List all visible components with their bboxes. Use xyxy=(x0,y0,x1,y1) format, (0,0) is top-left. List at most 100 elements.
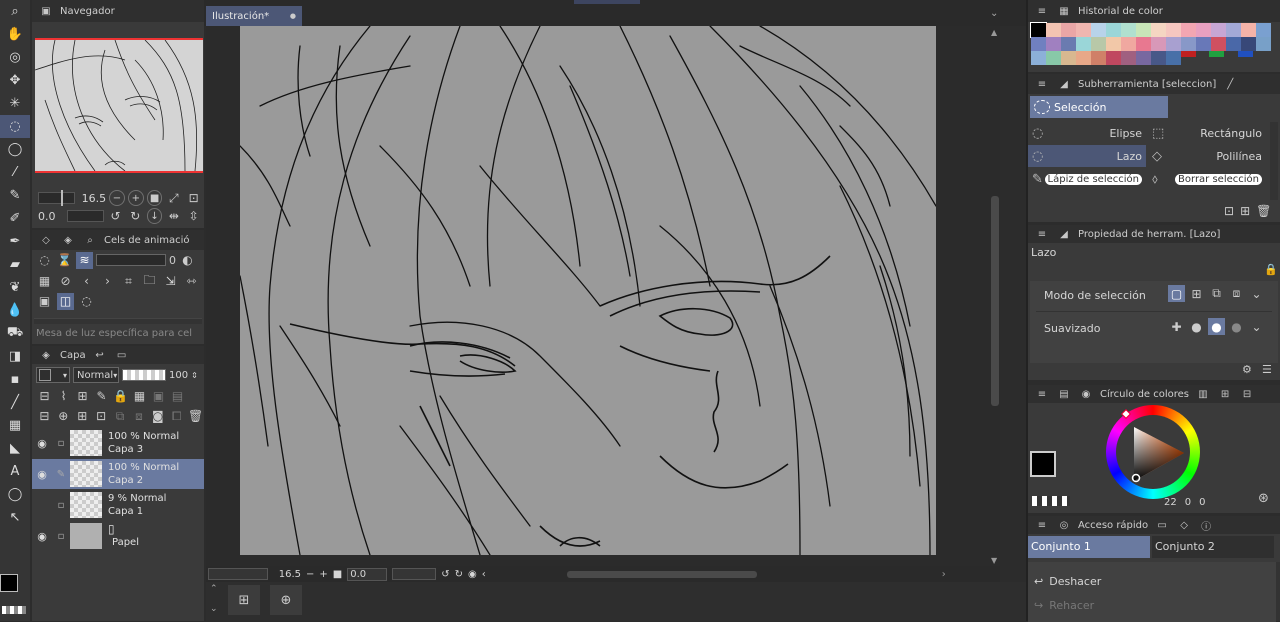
new-folder-icon[interactable]: ⊞ xyxy=(74,408,91,425)
reference-layer-icon[interactable]: ⊞ xyxy=(74,388,91,405)
color-swatch[interactable] xyxy=(1196,37,1211,51)
color-swatch[interactable] xyxy=(1046,23,1061,37)
canvas-rotation-slider[interactable] xyxy=(392,568,437,580)
mask-add-icon[interactable]: ◙ xyxy=(149,408,166,425)
antialias-dropdown-icon[interactable]: ⌄ xyxy=(1248,318,1265,335)
canvas-zoom-in-icon[interactable]: + xyxy=(319,569,327,580)
color-swatch[interactable] xyxy=(1166,23,1181,37)
fit-window-icon[interactable]: ⊡ xyxy=(185,190,202,207)
subtool-add-icon[interactable]: ⊞ xyxy=(1240,204,1250,218)
quick-access-scrollbar[interactable] xyxy=(1276,562,1280,621)
hue-ring[interactable] xyxy=(1106,405,1200,499)
canvas-area[interactable] xyxy=(206,26,990,566)
visibility-eye-icon[interactable]: ◉ xyxy=(32,437,52,450)
color-swatch[interactable] xyxy=(1196,23,1211,37)
antialias-medium-icon[interactable]: ● xyxy=(1208,318,1225,335)
hand-tool[interactable]: ✋ xyxy=(0,23,30,46)
color-swatch[interactable] xyxy=(1238,51,1253,57)
line-tool[interactable]: ╱ xyxy=(0,391,30,414)
color-swatch[interactable] xyxy=(1076,23,1091,37)
export-icon[interactable]: ⇲ xyxy=(162,273,179,290)
layer-search-tab-icon[interactable]: ◈ xyxy=(60,232,76,248)
color-swatch[interactable] xyxy=(1166,37,1181,51)
correct-line-tool[interactable]: ↖ xyxy=(0,506,30,529)
flip-vertical-icon[interactable]: ⇳ xyxy=(185,208,202,225)
color-swatch[interactable] xyxy=(1031,51,1046,65)
subtool-drag-icon[interactable]: ≡ xyxy=(1034,76,1050,92)
reset-rotation-icon[interactable]: ↓ xyxy=(146,208,163,224)
color-triangle[interactable] xyxy=(1106,405,1200,499)
subtool-item-lazo[interactable]: ◌ Lazo xyxy=(1028,145,1146,167)
cel-select-icon[interactable]: ◫ xyxy=(57,292,74,310)
canvas-reset-rotation-icon[interactable]: ◉ xyxy=(468,569,477,580)
frame-icon[interactable]: ⌛ xyxy=(56,252,73,269)
eyedropper-tool[interactable]: ⁄ xyxy=(0,161,30,184)
canvas-rotate-right-icon[interactable]: ↻ xyxy=(455,569,463,580)
tool-property-drag-icon[interactable]: ≡ xyxy=(1034,226,1050,242)
rotate-tool[interactable]: ◎ xyxy=(0,46,30,69)
open-folder-icon[interactable]: 🗀 xyxy=(141,273,158,290)
info-tab-icon[interactable]: ⓘ xyxy=(1198,517,1214,533)
mask-icon[interactable]: ▣ xyxy=(150,388,167,405)
color-swatch[interactable] xyxy=(1151,37,1166,51)
color-swatch[interactable] xyxy=(1166,51,1181,65)
subtool-copy-icon[interactable]: ⊡ xyxy=(1224,204,1234,218)
color-swatch[interactable] xyxy=(1046,37,1061,51)
antialias-strong-icon[interactable]: ● xyxy=(1228,318,1245,335)
set-tab-2[interactable]: Conjunto 2 xyxy=(1152,536,1274,558)
canvas-zoom-slider[interactable] xyxy=(208,568,268,580)
main-color-swatch[interactable] xyxy=(0,574,18,592)
color-swatch[interactable] xyxy=(1181,37,1196,51)
color-wheel-settings-icon[interactable]: ⊛ xyxy=(1258,491,1269,506)
color-swatch[interactable] xyxy=(1211,23,1226,37)
fill-tool[interactable]: ⛟ xyxy=(0,322,30,345)
antialias-weak-icon[interactable]: ● xyxy=(1188,318,1205,335)
canvas-vertical-scrollbar[interactable] xyxy=(990,26,1000,566)
clip-icon[interactable]: ⌇ xyxy=(55,388,72,405)
color-swatch[interactable] xyxy=(1209,51,1224,57)
subtool-item-borrar-selección[interactable]: ⬨ Borrar selección xyxy=(1148,168,1266,190)
pencil-tool[interactable]: ✐ xyxy=(0,207,30,230)
cel-image-icon[interactable]: ▣ xyxy=(36,293,53,310)
canvas-horizontal-scrollbar[interactable] xyxy=(497,568,937,580)
opacity-stepper-icon[interactable]: ⇕ xyxy=(191,371,198,380)
color-swatch[interactable] xyxy=(1106,23,1121,37)
color-swatch[interactable] xyxy=(1136,37,1151,51)
document-tab-close[interactable]: ● xyxy=(290,12,296,20)
color-swatch[interactable] xyxy=(1151,51,1166,65)
visibility-eye-icon[interactable]: ◉ xyxy=(32,468,52,481)
animation-slider[interactable] xyxy=(96,254,166,266)
decoration-tool[interactable]: ❦ xyxy=(0,276,30,299)
frame-tool[interactable]: ▦ xyxy=(0,414,30,437)
color-swatch[interactable] xyxy=(1076,51,1091,65)
subtool-item-lápiz-de-selección[interactable]: ✎ Lápiz de selección xyxy=(1028,168,1146,190)
color-swatch[interactable] xyxy=(1076,37,1091,51)
scroll-right-icon[interactable]: › xyxy=(942,569,946,580)
blend-mode-select[interactable]: Normal ▾ xyxy=(73,367,119,383)
quick-access-drag-icon[interactable]: ≡ xyxy=(1034,517,1050,533)
add-selection-icon[interactable]: ⊞ xyxy=(1188,285,1205,302)
color-swatch[interactable] xyxy=(1151,23,1166,37)
approx-color-tab-icon[interactable]: ⊟ xyxy=(1239,386,1255,402)
zoom-in-icon[interactable]: + xyxy=(127,190,144,206)
tool-menu-icon[interactable]: ☰ xyxy=(1262,363,1272,376)
layer-lock-slot[interactable]: ▫ xyxy=(52,500,70,511)
new-layer-lock-icon[interactable]: ⊟ xyxy=(36,388,53,405)
color-wheel-drag-icon[interactable]: ≡ xyxy=(1034,386,1050,402)
lightbox-icon[interactable]: ≋ xyxy=(76,251,93,269)
intersect-selection-icon[interactable]: ⧈ xyxy=(1228,285,1245,302)
color-slider-tab-icon[interactable]: ▥ xyxy=(1195,386,1211,402)
rotate-left-icon[interactable]: ↺ xyxy=(107,208,124,225)
brush-tool[interactable]: ✒ xyxy=(0,230,30,253)
register-cel-icon[interactable]: ▦ xyxy=(36,273,53,290)
canvas-actual-size-icon[interactable]: ■ xyxy=(333,569,342,580)
subtool-delete-icon[interactable]: 🗑 xyxy=(1256,204,1271,218)
draft-layer-icon[interactable]: ✎ xyxy=(93,388,110,405)
color-swatch[interactable] xyxy=(1241,37,1256,51)
main-drawing-color[interactable] xyxy=(1030,451,1056,477)
color-swatch[interactable] xyxy=(1091,23,1106,37)
onion-skin-icon[interactable]: ◌ xyxy=(36,252,53,269)
auto-action-tab-icon[interactable]: ▭ xyxy=(114,347,130,363)
fit-icon[interactable]: ⤢ xyxy=(165,190,182,207)
rotation-slider[interactable] xyxy=(66,210,105,222)
